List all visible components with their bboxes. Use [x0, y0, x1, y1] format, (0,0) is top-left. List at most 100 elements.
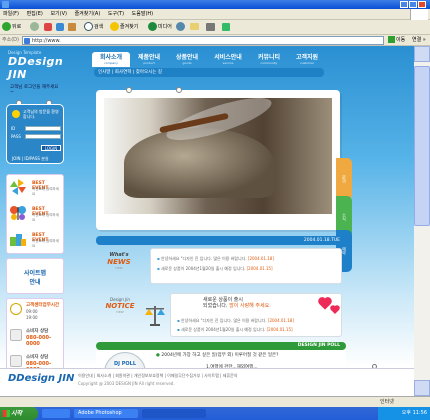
scroll-up-button[interactable]: [414, 46, 430, 62]
news-badge[interactable]: What's NEWS new: [96, 248, 142, 284]
search-button[interactable]: 검색: [84, 22, 103, 33]
notice-badge-sub: new: [116, 310, 124, 314]
maximize-button[interactable]: [409, 1, 417, 8]
print-button[interactable]: [206, 22, 216, 33]
ring-binder-icon: [126, 87, 132, 93]
consult-title: 소비자 상담: [26, 329, 49, 334]
menu-view[interactable]: 보기(V): [47, 9, 70, 20]
nav-goods[interactable]: 상품안내 goods: [168, 52, 206, 67]
service-hours: 고객센터업무시간 09:00 19:00: [10, 301, 64, 323]
event-text: 이벤트에 참여하세요: [32, 187, 59, 196]
start-button[interactable]: 시작: [0, 407, 38, 420]
nav-service[interactable]: 서비스안내 service: [206, 52, 250, 67]
printer-icon: [206, 22, 215, 31]
menu-edit[interactable]: 편집(E): [24, 9, 46, 20]
media-button[interactable]: 미디어: [148, 22, 172, 33]
taskbar-task-ie[interactable]: [142, 409, 206, 418]
join-links[interactable]: JOIN | ID/PASS 분실: [12, 156, 49, 162]
nav-product[interactable]: 제품안내 product: [130, 52, 168, 67]
scroll-thumb[interactable]: [414, 66, 430, 226]
minimize-button[interactable]: [400, 1, 408, 8]
nav-company-sub: company: [104, 61, 118, 65]
side-tab-inquiry[interactable]: 문의: [336, 158, 352, 200]
system-tray: 오후 11:56: [378, 407, 430, 420]
nav-customer-sub: customer: [299, 61, 315, 65]
footer-links[interactable]: 이용안내 | 회사소개 | 회원약관 | 개인정보보호정책 | 이메일무단수집거…: [78, 373, 238, 379]
nav-community-sub: community: [260, 61, 278, 65]
news-item[interactable]: ▪ 안녕하세요 "디자인 진 입니다. 많은 이용 바랍니다. [2004.01…: [157, 256, 274, 262]
links-button[interactable]: 연결 »: [412, 35, 426, 46]
edit-button[interactable]: [222, 22, 231, 33]
notice-badge[interactable]: Design Jin NOTICE new: [96, 293, 144, 335]
event-item[interactable]: BEST EVENT 이벤트에 참여하세요: [10, 229, 62, 253]
nav-goods-sub: goods: [182, 61, 192, 65]
nav-customer-label: 고객지원: [295, 54, 319, 61]
nav-service-label: 서비스안내: [214, 54, 242, 61]
refresh-icon: [56, 22, 64, 31]
star-icon: [110, 22, 119, 31]
event-text: 이벤트에 참여하세요: [32, 239, 59, 248]
gift-boxes-icon: [10, 234, 26, 246]
news-item[interactable]: ▪ 새로운 상품이 2004년1월20일 출시 예정 입니다. [2004.01…: [157, 266, 273, 272]
scroll-down-button[interactable]: [414, 380, 430, 396]
nav-product-label: 제품안내: [137, 54, 161, 61]
notice-headline-3: 많이 사랑해 주세요.: [229, 303, 271, 309]
id-input[interactable]: [25, 126, 61, 131]
menu-tools[interactable]: 도구(T): [105, 9, 127, 20]
sitemap-box[interactable]: 사이트맵 안내: [6, 258, 64, 294]
menu-favorites[interactable]: 즐겨찾기(A): [72, 9, 104, 20]
menu-help[interactable]: 도움말(H): [129, 9, 156, 20]
back-button[interactable]: 뒤로: [2, 22, 21, 33]
forward-button[interactable]: [30, 22, 40, 33]
logo-text: DDesign JIN: [8, 55, 64, 81]
page-icon: [24, 38, 30, 44]
taskbar-task[interactable]: [42, 409, 70, 418]
favorites-button[interactable]: 즐겨찾기: [110, 22, 138, 33]
clock-icon: [10, 303, 22, 315]
taskbar: 시작 Adobe Photoshop 오후 11:56: [0, 407, 430, 420]
dragonfly-photo: [104, 98, 332, 214]
search-label: 검색: [94, 24, 104, 30]
notice-item[interactable]: ▪ 안녕하세요 "디자인 진 입니다. 많은 이용 바랍니다. [2004.01…: [177, 318, 294, 324]
nav-community-label: 커뮤니티: [257, 54, 281, 61]
ie-logo-icon: [2, 1, 9, 8]
customer-service-panel: 고객센터업무시간 09:00 19:00 소비자 상담 080-000-0000…: [6, 298, 64, 378]
home-button[interactable]: [68, 22, 77, 33]
poll-question-text: 2004년에 가장 하고 싶은 일(업무 외) 이루어질 것 같은 일은?: [161, 353, 279, 358]
nav-customer[interactable]: 고객지원 customer: [288, 52, 326, 67]
event-item[interactable]: BEST EVENT 이벤트에 참여하세요: [10, 203, 62, 227]
footer-copyright: Copyright @ 2003 DESIGN JIN All right re…: [78, 381, 175, 386]
password-input[interactable]: [25, 134, 61, 139]
go-button[interactable]: 이동: [388, 36, 410, 45]
history-button[interactable]: [176, 22, 186, 33]
notice-headline-2: 되었습니다.: [203, 303, 228, 309]
date-bar: 2004.01.18.TUE: [96, 236, 346, 245]
footer-logo[interactable]: DDesign JIN: [8, 373, 74, 384]
ring-binder-icon: [176, 87, 182, 93]
site-logo[interactable]: Design Template DDesign JIN: [8, 50, 82, 81]
sub-nav[interactable]: 인사말 | 회사연혁 | 찾아오시는 길: [94, 68, 324, 77]
address-input[interactable]: http://www.: [22, 36, 384, 45]
news-section: What's NEWS new ▪ 안녕하세요 "디자인 진 입니다. 많은 이…: [96, 248, 342, 286]
service-hours-from: 09:00: [26, 309, 38, 314]
login-box: 고객님의 방문을 환영합니다. ID PASS LOGIN JOIN | ID/…: [6, 104, 64, 164]
nav-company-label: 회사소개: [99, 54, 123, 61]
stop-button[interactable]: [44, 22, 53, 33]
address-value: http://www.: [32, 38, 61, 44]
notice-headline[interactable]: 새로운 상품이 출시 되었습니다. 많이 사랑해 주세요.: [203, 297, 313, 309]
notice-section: Design Jin NOTICE new 새로운 상품이 출시 되었습니다. …: [96, 293, 342, 339]
status-bar: 인터넷: [0, 396, 430, 407]
id-label: ID: [11, 126, 16, 131]
news-badge-main: NEWS: [107, 258, 131, 266]
nav-community[interactable]: 커뮤니티 community: [250, 52, 288, 67]
login-button[interactable]: LOGIN: [41, 145, 61, 151]
refresh-button[interactable]: [56, 22, 65, 33]
notice-item[interactable]: ▪ 새로운 상품이 2004년1월20일 출시 예정 입니다. [2004.01…: [177, 327, 293, 333]
nav-company[interactable]: 회사소개 company: [92, 52, 130, 67]
mail-button[interactable]: [190, 22, 200, 33]
taskbar-task-photoshop[interactable]: Adobe Photoshop: [74, 409, 138, 418]
event-item[interactable]: BEST EVENT 이벤트에 참여하세요: [10, 177, 62, 201]
close-button[interactable]: [418, 1, 426, 8]
menu-file[interactable]: 파일(F): [0, 9, 22, 20]
page-viewport: Design Template DDesign JIN 회사소개 company…: [0, 46, 430, 396]
